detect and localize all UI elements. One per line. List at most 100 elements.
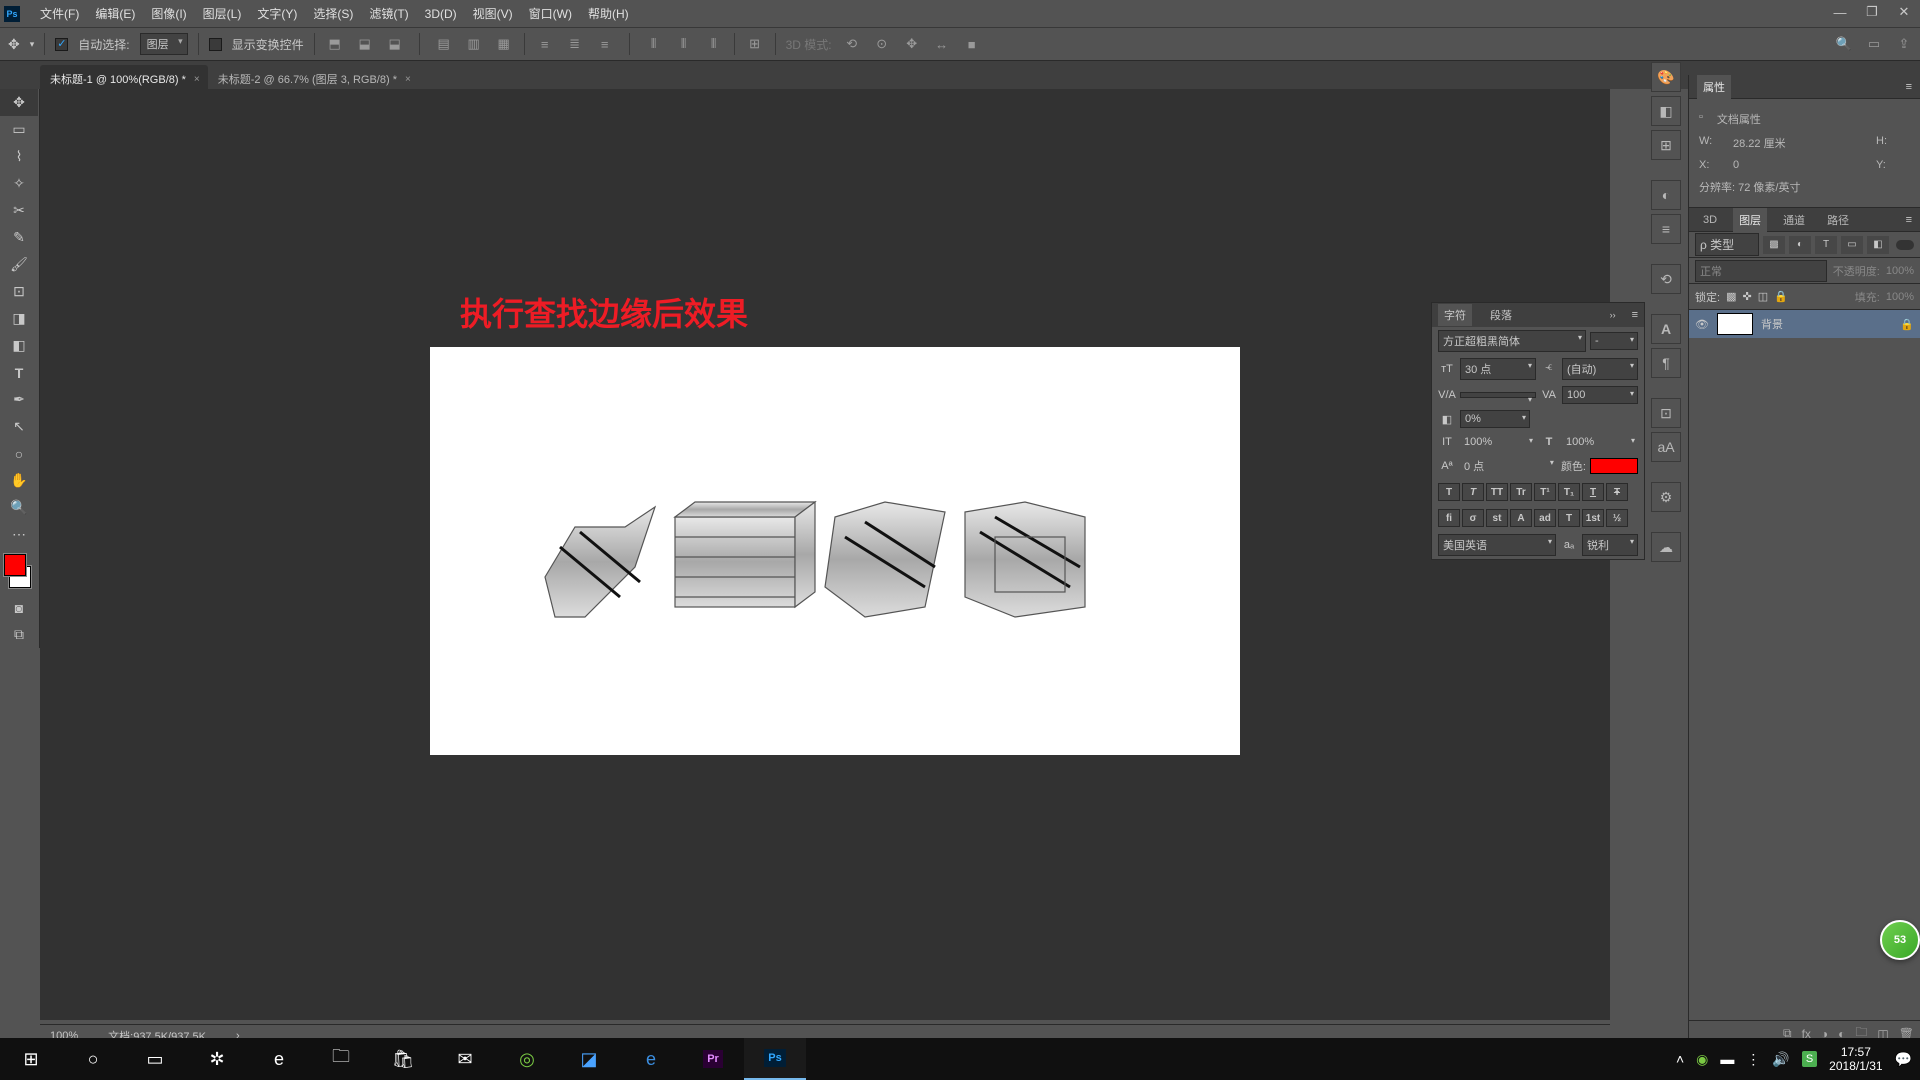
menu-file[interactable]: 文件(F) [32,5,87,22]
taskbar-explorer[interactable]: 🗀 [310,1038,372,1080]
clone-stamp-tool[interactable]: ⊡ [0,278,38,305]
antialias-dropdown[interactable]: 锐利 [1582,534,1638,556]
dist-vcenter-icon[interactable]: ≣ [565,34,585,54]
taskbar-premiere[interactable]: Pr [682,1038,744,1080]
ligatures-button[interactable]: fi [1438,509,1460,527]
marquee-tool[interactable]: ▭ [0,116,38,143]
libraries-panel-icon[interactable]: ⊞ [1651,130,1681,160]
blend-mode-dropdown[interactable]: 正常 [1695,260,1827,282]
brush-tool[interactable]: 🖌 [0,251,38,278]
start-button[interactable]: ⊞ [0,1038,62,1080]
font-style-dropdown[interactable]: - [1590,332,1638,350]
tab-paths[interactable]: 路径 [1821,208,1855,232]
doc-tab-1[interactable]: 未标题-1 @ 100%(RGB/8) * × [40,65,208,89]
styles-panel-icon[interactable]: ≡ [1651,214,1681,244]
tray-ime-icon[interactable]: S [1802,1051,1817,1067]
tray-volume-icon[interactable]: 🔊 [1772,1051,1789,1068]
align-left-icon[interactable]: ▤ [434,34,454,54]
tab-character[interactable]: 字符 [1438,304,1472,326]
layer-thumbnail[interactable] [1717,313,1753,335]
menu-window[interactable]: 窗口(W) [521,5,580,22]
dist-right-icon[interactable]: ⦀ [704,34,724,54]
lasso-tool[interactable]: ⌇ [0,143,38,170]
align-hcenter-icon[interactable]: ▥ [464,34,484,54]
auto-select-checkbox[interactable] [55,38,68,51]
taskbar-photoshop[interactable]: Ps [744,1038,806,1080]
panel-collapse-icon[interactable]: ›› [1610,310,1616,320]
lock-artboard-icon[interactable]: ◫ [1758,290,1768,303]
superscript-button[interactable]: T¹ [1534,483,1556,501]
gradient-tool[interactable]: ◧ [0,332,38,359]
canvas-area[interactable]: 执行查找边缘后效果 [40,89,1610,1020]
more-tools[interactable]: ⋯ [0,521,38,548]
baseline-field[interactable]: 0 点 [1460,456,1557,476]
lock-pixels-icon[interactable]: ▩ [1726,290,1736,303]
taskbar-store[interactable]: 🛍 [372,1038,434,1080]
smallcaps-button[interactable]: Tr [1510,483,1532,501]
pen-tool[interactable]: ✒ [0,386,38,413]
align-right-icon[interactable]: ▦ [494,34,514,54]
titling-button[interactable]: T [1558,509,1580,527]
tracking-field[interactable]: 100 [1562,386,1638,404]
share-icon[interactable]: ⇪ [1894,34,1914,54]
subscript-button[interactable]: T₁ [1558,483,1580,501]
quickmask-tool[interactable]: ◙ [0,594,38,621]
strike-button[interactable]: Ŧ [1606,483,1628,501]
dist-top-icon[interactable]: ≡ [535,34,555,54]
tray-chevron-icon[interactable]: ˄ [1676,1051,1684,1067]
tray-notifications-icon[interactable]: 💬 [1895,1051,1912,1068]
tray-security-icon[interactable]: ◉ [1696,1051,1708,1068]
layer-name[interactable]: 背景 [1761,316,1783,332]
vscale-field[interactable]: 100% [1460,434,1536,450]
filter-toggle[interactable] [1896,240,1914,250]
swash-button[interactable]: A [1510,509,1532,527]
path-select-tool[interactable]: ↖ [0,413,38,440]
menu-3d[interactable]: 3D(D) [417,7,465,21]
panel-menu-icon[interactable]: ≡ [1632,309,1638,321]
align-vcenter-icon[interactable]: ⬓ [355,34,375,54]
discretionary-button[interactable]: st [1486,509,1508,527]
taskbar-edge[interactable]: e [248,1038,310,1080]
lock-position-icon[interactable]: ✜ [1742,290,1751,303]
fractions-button[interactable]: ½ [1606,509,1628,527]
close-icon[interactable]: × [194,74,200,85]
taskbar-app-2[interactable]: ◪ [558,1038,620,1080]
adjustments-panel-icon[interactable]: ◐ [1651,180,1681,210]
italic-button[interactable]: T [1462,483,1484,501]
font-size-field[interactable]: 30 点 [1460,358,1536,380]
color-swatches[interactable] [4,554,35,588]
zoom-tool[interactable]: 🔍 [0,494,38,521]
panel-menu-icon[interactable]: ≡ [1906,214,1912,226]
menu-layer[interactable]: 图层(L) [195,5,250,22]
tab-paragraph[interactable]: 段落 [1484,304,1518,326]
menu-type[interactable]: 文字(Y) [249,5,305,22]
tab-layers[interactable]: 图层 [1733,208,1767,232]
dist-bottom-icon[interactable]: ≡ [595,34,615,54]
close-icon[interactable]: × [405,74,411,85]
paragraph-panel-icon[interactable]: ¶ [1651,348,1681,378]
crop-tool[interactable]: ✂ [0,197,38,224]
tray-clock[interactable]: 17:57 2018/1/31 [1829,1045,1882,1074]
taskbar-360[interactable]: ◎ [496,1038,558,1080]
history-panel-icon[interactable]: ⟲ [1651,264,1681,294]
ellipse-tool[interactable]: ○ [0,440,38,467]
actions-panel-icon[interactable]: ⚙ [1651,482,1681,512]
filter-shape-icon[interactable]: ▭ [1841,236,1863,254]
taskbar-app-1[interactable]: ✲ [186,1038,248,1080]
color-panel-icon[interactable]: 🎨 [1651,62,1681,92]
taskview-button[interactable]: ▭ [124,1038,186,1080]
filter-type-icon[interactable]: T [1815,236,1837,254]
charstyle-panel-icon[interactable]: aA [1651,432,1681,462]
bold-button[interactable]: T [1438,483,1460,501]
taskbar-edge2[interactable]: e [620,1038,682,1080]
foreground-color-swatch[interactable] [4,554,26,576]
underline-button[interactable]: T [1582,483,1604,501]
filter-adjust-icon[interactable]: ◐ [1789,236,1811,254]
swatches-panel-icon[interactable]: ◧ [1651,96,1681,126]
ordinals-button[interactable]: 1st [1582,509,1604,527]
doc-tab-2[interactable]: 未标题-2 @ 66.7% (图层 3, RGB/8) * × [208,65,419,89]
filter-smart-icon[interactable]: ◧ [1867,236,1889,254]
search-icon[interactable]: 🔍 [1834,34,1854,54]
hscale-field[interactable]: 100% [1562,434,1638,450]
menu-select[interactable]: 选择(S) [305,5,361,22]
